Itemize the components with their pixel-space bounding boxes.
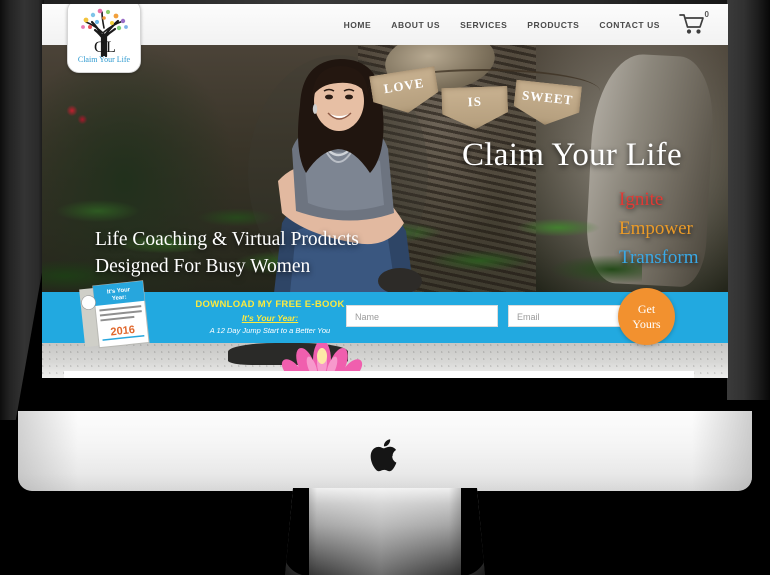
optin-copy: DOWNLOAD MY FREE E-BOOK It's Your Year: … [180, 299, 360, 335]
logo-monogram-l: L [106, 39, 116, 56]
red-flowers [56, 97, 96, 131]
optin-heading: DOWNLOAD MY FREE E-BOOK [195, 299, 345, 310]
chin-shade-left [18, 411, 78, 491]
hero-subheadline-line2: Designed For Busy Women [95, 256, 311, 277]
banner-flag-text: IS [467, 93, 483, 110]
get-yours-line1: Get [637, 301, 656, 316]
nav-item-home[interactable]: HOME [334, 20, 382, 30]
banner-flag-text: LOVE [382, 74, 426, 97]
stand-curve-left [285, 488, 309, 575]
site-header: HOME ABOUT US SERVICES PRODUCTS CONTACT … [42, 4, 728, 45]
hero-keywords: Ignite Empower Transform [619, 185, 699, 272]
monitor-screen: LOVE IS SWEET Claim Your Life Ignite Emp… [42, 4, 728, 378]
ebook-cover-image: It's Your Year: 2016 [79, 280, 150, 349]
hero-keyword-empower: Empower [619, 218, 693, 239]
logo-tagline: Claim Your Life [78, 55, 131, 64]
nav-item-about-us[interactable]: ABOUT US [381, 20, 450, 30]
banner-flag: IS [441, 86, 508, 130]
cart-count-badge: 0 [704, 9, 709, 19]
nav-item-services[interactable]: SERVICES [450, 20, 517, 30]
logo-monogram-c: C [94, 39, 105, 56]
svg-text:2016: 2016 [110, 324, 136, 338]
monitor-stand [285, 488, 485, 575]
monitor-chin [18, 411, 752, 491]
love-is-sweet-banner: LOVE IS SWEET [368, 57, 602, 135]
apple-logo-icon [370, 439, 397, 472]
get-yours-button[interactable]: Get Yours [618, 288, 675, 345]
banner-flag-text: SWEET [521, 87, 574, 108]
hero-keyword-transform: Transform [619, 247, 699, 268]
get-yours-line2: Yours [632, 316, 661, 331]
optin-tagline: A 12 Day Jump Start to a Better You [209, 326, 331, 335]
name-input[interactable]: Name [346, 305, 498, 327]
optin-bar: It's Your Year: 2016 DOWNLOAD MY FREE E-… [42, 280, 728, 349]
screenshot-stage: LOVE IS SWEET Claim Your Life Ignite Emp… [0, 0, 770, 575]
hero-subheadline: Life Coaching & Virtual Products Designe… [95, 226, 359, 280]
cart-button[interactable]: 0 [678, 9, 709, 38]
tree-logo-icon: C L Claim Your Life [68, 4, 140, 72]
optin-subheading: It's Your Year: [241, 313, 299, 323]
hero-section: LOVE IS SWEET Claim Your Life Ignite Emp… [42, 45, 728, 292]
website-viewport: LOVE IS SWEET Claim Your Life Ignite Emp… [42, 4, 728, 378]
hero-subheadline-line1: Life Coaching & Virtual Products [95, 229, 359, 250]
main-navigation: HOME ABOUT US SERVICES PRODUCTS CONTACT … [334, 4, 709, 45]
shopping-cart-icon [679, 13, 704, 34]
monitor-bezel-right [727, 0, 770, 400]
banner-flag: SWEET [512, 80, 582, 129]
stand-curve-right [461, 488, 485, 575]
imac-device: LOVE IS SWEET Claim Your Life Ignite Emp… [0, 0, 770, 575]
banner-flag: LOVE [369, 66, 441, 118]
hero-keyword-ignite: Ignite [619, 189, 664, 210]
site-logo[interactable]: C L Claim Your Life [67, 4, 141, 73]
hero-headline: Claim Your Life [462, 137, 682, 173]
chin-shade-right [692, 411, 752, 491]
page-white-strip [64, 371, 694, 378]
nav-item-contact-us[interactable]: CONTACT US [589, 20, 670, 30]
nav-item-products[interactable]: PRODUCTS [517, 20, 589, 30]
